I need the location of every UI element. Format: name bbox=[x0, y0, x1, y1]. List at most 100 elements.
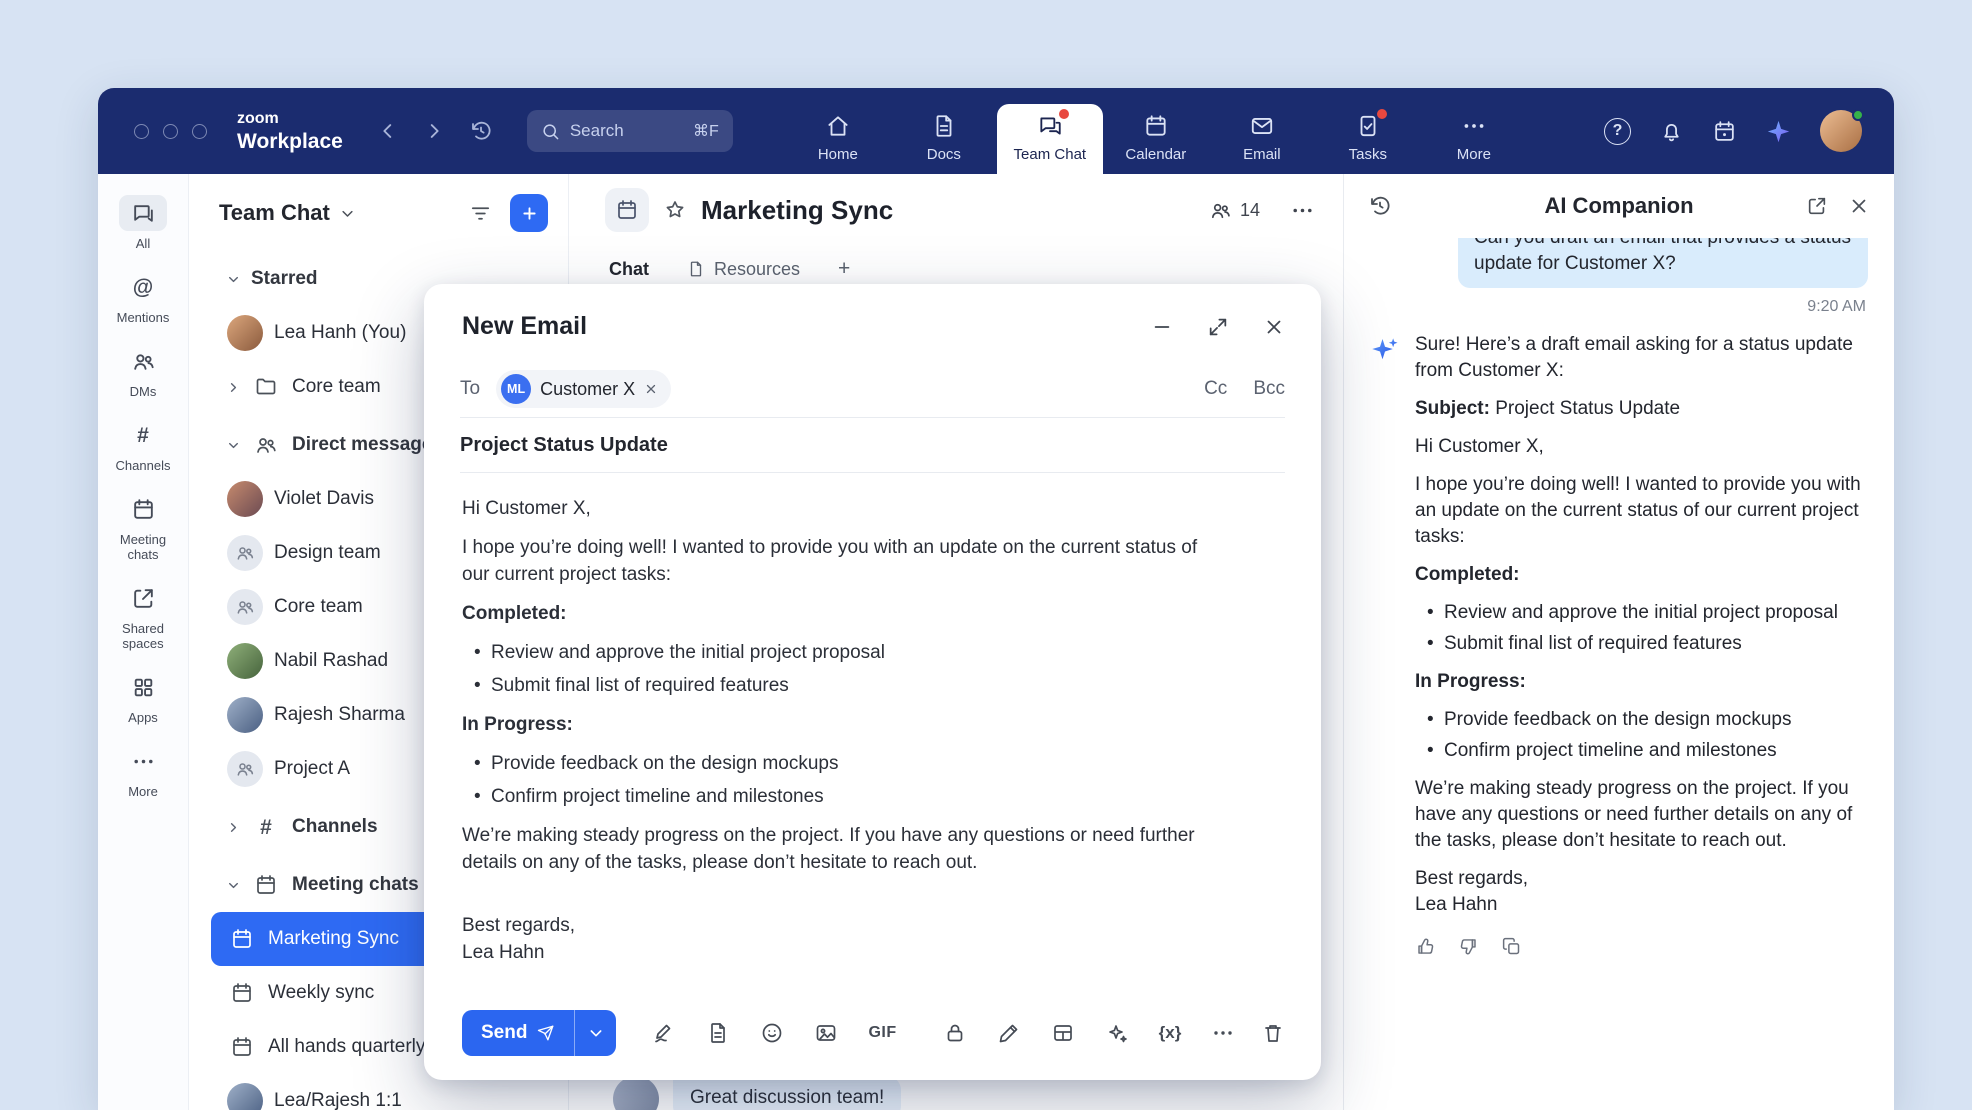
thumbs-up-icon[interactable] bbox=[1415, 936, 1436, 957]
filter-icon[interactable] bbox=[469, 202, 492, 225]
channel-more-icon[interactable] bbox=[1290, 198, 1315, 223]
docs-icon bbox=[931, 113, 957, 139]
signature-pen-icon[interactable] bbox=[652, 1021, 676, 1045]
top-bar: zoom Workplace ⌘F Home Docs bbox=[98, 88, 1894, 174]
nav-calendar[interactable]: Calendar bbox=[1103, 88, 1209, 174]
image-icon[interactable] bbox=[814, 1021, 838, 1045]
back-button[interactable] bbox=[377, 120, 399, 142]
channels-hash-icon: # bbox=[119, 417, 167, 453]
to-label: To bbox=[460, 378, 480, 400]
open-in-window-icon[interactable] bbox=[1806, 195, 1828, 217]
ai-sparkle-icon[interactable] bbox=[1105, 1021, 1129, 1045]
chevron-down-icon bbox=[227, 273, 240, 286]
tab-resources[interactable]: Resources bbox=[687, 259, 800, 280]
bcc-button[interactable]: Bcc bbox=[1253, 378, 1285, 400]
member-count[interactable]: 14 bbox=[1209, 199, 1260, 222]
help-icon[interactable]: ? bbox=[1604, 118, 1631, 145]
search-box[interactable]: ⌘F bbox=[527, 110, 733, 152]
avatar bbox=[227, 643, 263, 679]
remove-recipient-icon[interactable] bbox=[644, 382, 658, 396]
sidebar-header: Team Chat bbox=[189, 194, 568, 248]
nav-team-chat[interactable]: Team Chat bbox=[997, 104, 1103, 174]
thumbs-down-icon[interactable] bbox=[1458, 936, 1479, 957]
rail-item-meeting-chats[interactable]: Meeting chats bbox=[100, 482, 186, 571]
new-chat-button[interactable] bbox=[510, 194, 548, 232]
pencil-icon[interactable] bbox=[997, 1021, 1021, 1045]
recipient-chip[interactable]: ML Customer X bbox=[496, 370, 671, 408]
channel-calendar-badge bbox=[605, 188, 649, 232]
rail-item-shared-spaces[interactable]: Shared spaces bbox=[100, 571, 186, 660]
add-tab-button[interactable]: + bbox=[838, 257, 850, 281]
rail-item-mentions[interactable]: @ Mentions bbox=[100, 260, 186, 334]
delete-draft-icon[interactable] bbox=[1261, 1021, 1285, 1045]
minimize-icon[interactable] bbox=[1151, 316, 1173, 338]
rail-item-more[interactable]: More bbox=[100, 734, 186, 808]
avatar bbox=[227, 1083, 263, 1110]
rail-item-all[interactable]: All bbox=[100, 186, 186, 260]
tasks-icon bbox=[1355, 113, 1381, 139]
ai-response: Sure! Here’s a draft email asking for a … bbox=[1370, 332, 1868, 930]
window-minimize-button[interactable] bbox=[163, 124, 178, 139]
zoom-workplace-logo: zoom Workplace bbox=[237, 111, 343, 152]
avatar bbox=[227, 697, 263, 733]
close-icon[interactable] bbox=[1263, 316, 1285, 338]
toolbar-more-icon[interactable] bbox=[1211, 1021, 1235, 1045]
window-close-button[interactable] bbox=[134, 124, 149, 139]
avatar bbox=[227, 315, 263, 351]
group-avatar bbox=[227, 535, 263, 571]
layout-icon[interactable] bbox=[1051, 1021, 1075, 1045]
paper-plane-icon bbox=[537, 1024, 555, 1042]
expand-icon[interactable] bbox=[1207, 316, 1229, 338]
cc-button[interactable]: Cc bbox=[1204, 378, 1227, 400]
star-icon[interactable] bbox=[663, 198, 687, 222]
copy-icon[interactable] bbox=[1501, 936, 1522, 957]
rail-item-apps[interactable]: Apps bbox=[100, 660, 186, 734]
subject-field[interactable]: Project Status Update bbox=[460, 418, 1285, 473]
calendar-icon bbox=[227, 1035, 257, 1059]
schedule-calendar-icon[interactable] bbox=[1712, 119, 1737, 144]
team-chat-icon bbox=[1037, 113, 1063, 139]
tab-chat[interactable]: Chat bbox=[609, 259, 649, 280]
calendar-icon bbox=[1143, 113, 1169, 139]
user-avatar[interactable] bbox=[1820, 110, 1862, 152]
search-input[interactable] bbox=[570, 121, 666, 141]
email-body-editor[interactable]: Hi Customer X, I hope you’re doing well!… bbox=[424, 473, 1244, 996]
nav-email[interactable]: Email bbox=[1209, 88, 1315, 174]
ai-panel-header: AI Companion bbox=[1344, 174, 1894, 238]
variables-icon[interactable]: {x} bbox=[1159, 1023, 1182, 1043]
history-icon[interactable] bbox=[469, 119, 493, 143]
window-zoom-button[interactable] bbox=[192, 124, 207, 139]
nav-home[interactable]: Home bbox=[785, 88, 891, 174]
template-file-icon[interactable] bbox=[706, 1021, 730, 1045]
nav-docs[interactable]: Docs bbox=[891, 88, 997, 174]
resources-icon bbox=[687, 260, 705, 278]
rail-item-dms[interactable]: DMs bbox=[100, 334, 186, 408]
rail-item-channels[interactable]: # Channels bbox=[100, 408, 186, 482]
chevron-down-icon[interactable] bbox=[340, 206, 355, 221]
send-button[interactable]: Send bbox=[462, 1010, 574, 1056]
sidebar-title[interactable]: Team Chat bbox=[219, 200, 330, 226]
avatar bbox=[613, 1076, 659, 1110]
message-timestamp: 9:20 AM bbox=[1372, 298, 1866, 316]
mentions-at-icon: @ bbox=[119, 269, 167, 305]
lock-icon[interactable] bbox=[943, 1021, 967, 1045]
logo-zoom: zoom bbox=[237, 111, 343, 127]
close-panel-icon[interactable] bbox=[1848, 195, 1870, 217]
window-controls bbox=[134, 124, 207, 139]
chevron-down-icon bbox=[227, 439, 240, 452]
gif-icon[interactable]: GIF bbox=[868, 1024, 896, 1042]
email-icon bbox=[1249, 113, 1275, 139]
home-icon bbox=[825, 113, 851, 139]
notifications-bell-icon[interactable] bbox=[1659, 119, 1684, 144]
nav-tasks[interactable]: Tasks bbox=[1315, 88, 1421, 174]
forward-button[interactable] bbox=[423, 120, 445, 142]
send-options-chevron[interactable] bbox=[574, 1010, 616, 1056]
recipient-row: To ML Customer X Cc Bcc bbox=[460, 361, 1285, 418]
ai-companion-sparkle-icon[interactable] bbox=[1765, 118, 1792, 145]
nav-more[interactable]: More bbox=[1421, 88, 1527, 174]
people-icon bbox=[251, 433, 281, 457]
emoji-icon[interactable] bbox=[760, 1021, 784, 1045]
app-window: zoom Workplace ⌘F Home Docs bbox=[98, 88, 1894, 1110]
search-shortcut: ⌘F bbox=[693, 121, 719, 141]
ai-history-icon[interactable] bbox=[1368, 194, 1392, 218]
